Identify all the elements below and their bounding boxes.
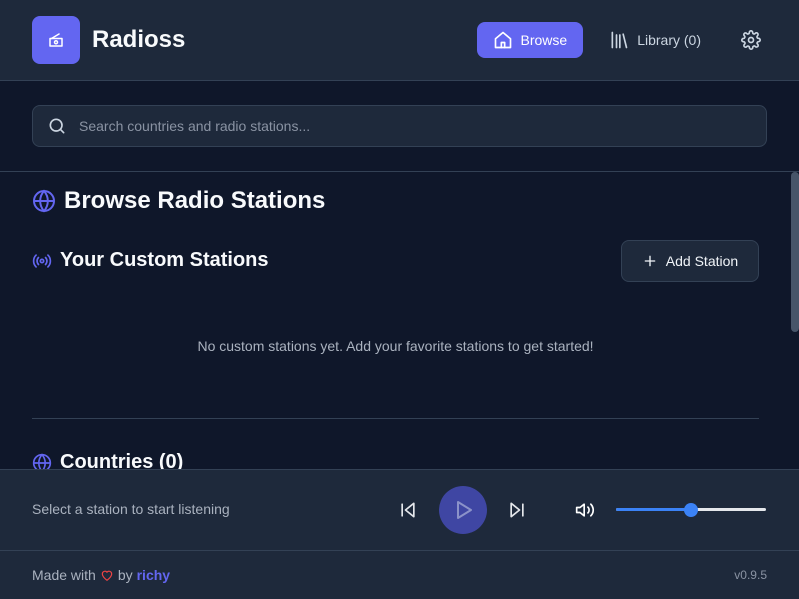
broadcast-icon xyxy=(32,253,52,268)
main-content: Browse Radio Stations Your Custom Statio… xyxy=(0,172,799,469)
countries-title: Countries (0) xyxy=(32,451,183,469)
by-text: by xyxy=(117,567,133,583)
home-icon xyxy=(494,31,511,49)
footer: Made with by richy v0.9.5 xyxy=(0,551,799,599)
countries-title-text: Countries (0) xyxy=(60,451,184,469)
next-button[interactable] xyxy=(505,498,529,522)
previous-button[interactable] xyxy=(396,498,420,522)
version-label: v0.9.5 xyxy=(734,568,767,582)
skip-back-icon xyxy=(401,502,415,518)
radio-icon xyxy=(49,33,63,47)
globe-icon xyxy=(33,189,55,213)
search-box[interactable] xyxy=(32,105,767,147)
credits: Made with by richy xyxy=(32,567,170,583)
player-bar: Select a station to start listening xyxy=(0,469,799,551)
settings-button[interactable] xyxy=(735,24,767,56)
play-icon xyxy=(457,501,472,519)
main-nav: Browse Library (0) xyxy=(476,22,767,58)
search-section xyxy=(0,81,799,172)
custom-stations-title-text: Your Custom Stations xyxy=(60,249,269,271)
globe-icon xyxy=(32,452,52,469)
plus-icon xyxy=(644,255,656,267)
play-button[interactable] xyxy=(439,486,487,534)
author-link[interactable]: richy xyxy=(137,567,170,583)
empty-stations-message: No custom stations yet. Add your favorit… xyxy=(197,338,594,354)
add-station-button[interactable]: Add Station xyxy=(621,240,759,282)
volume-button[interactable] xyxy=(573,498,597,522)
search-icon xyxy=(49,118,65,134)
header: Radioss Browse Library (0) xyxy=(0,0,799,81)
volume-slider[interactable] xyxy=(616,500,766,520)
made-with-text: Made with xyxy=(32,567,96,583)
section-divider xyxy=(32,418,759,419)
page-title-text: Browse Radio Stations xyxy=(64,187,326,214)
page-title: Browse Radio Stations xyxy=(32,187,325,215)
volume-icon xyxy=(575,503,595,517)
gear-icon xyxy=(741,30,761,50)
browse-tab[interactable]: Browse xyxy=(476,22,584,58)
app-logo xyxy=(32,16,80,64)
volume-thumb[interactable] xyxy=(684,503,698,517)
scrollbar-thumb[interactable] xyxy=(791,172,799,332)
library-tab[interactable]: Library (0) xyxy=(593,22,717,58)
library-icon xyxy=(611,31,628,49)
volume-fill xyxy=(616,508,691,511)
browse-tab-label: Browse xyxy=(520,32,568,48)
custom-stations-title: Your Custom Stations xyxy=(32,249,269,272)
search-input[interactable] xyxy=(79,118,752,134)
app-root: Radioss Browse Library (0) Search countr… xyxy=(0,0,799,599)
player-status: Select a station to start listening xyxy=(32,501,230,517)
skip-forward-icon xyxy=(510,502,524,518)
app-title: Radioss xyxy=(92,26,186,53)
heart-icon xyxy=(101,570,113,581)
library-tab-label: Library (0) xyxy=(637,32,701,48)
add-station-label: Add Station xyxy=(665,253,739,269)
